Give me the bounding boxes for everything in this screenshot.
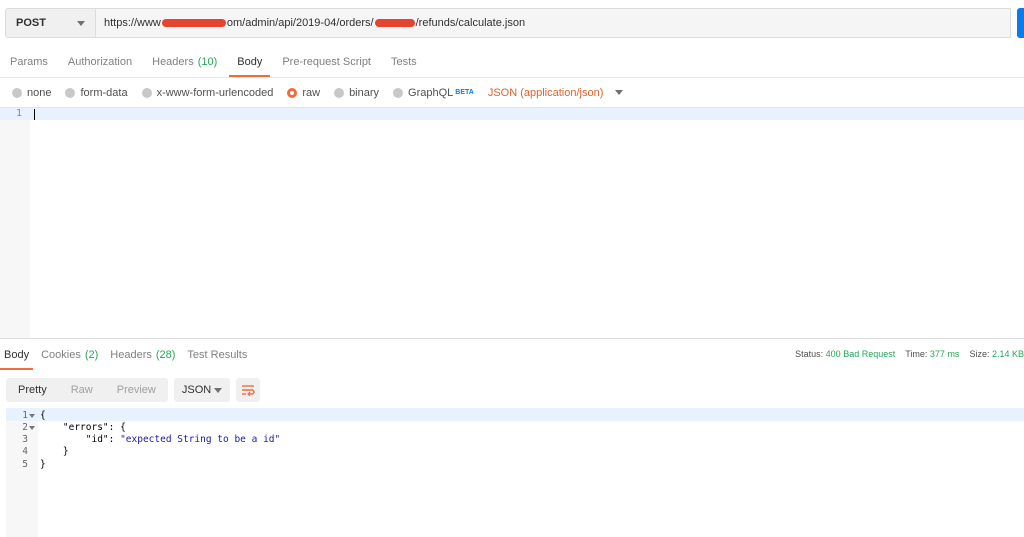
tab-test-results[interactable]: Test Results (183, 340, 255, 370)
tab-label: Headers (152, 55, 194, 68)
radio-icon (141, 87, 152, 98)
tab-count: (28) (155, 349, 176, 361)
content-type-select[interactable]: JSON (application/json) (488, 87, 624, 99)
tab-cookies[interactable]: Cookies (2) (37, 340, 106, 370)
size-group: Size: 2.14 KB (969, 349, 1024, 359)
radio-graphql[interactable]: GraphQL BETA (393, 87, 474, 99)
fold-arrow-icon[interactable] (29, 414, 35, 418)
editor-gutter (0, 108, 30, 338)
radio-label: raw (302, 86, 321, 99)
url-start: https://www (104, 17, 161, 29)
redaction-mark (161, 19, 226, 27)
chevron-down-icon (615, 90, 624, 95)
url-mid: om/admin/api/2019-04/orders/ (226, 17, 374, 29)
code-line: 4 } (6, 445, 1024, 458)
beta-badge: BETA (455, 89, 474, 96)
radio-label: binary (349, 86, 380, 99)
text-cursor (34, 109, 35, 120)
status-value: 400 Bad Request (825, 349, 896, 359)
url-end: /refunds/calculate.json (415, 17, 526, 29)
radio-none[interactable]: none (12, 87, 51, 99)
pane-divider[interactable] (0, 338, 1024, 339)
view-mode-switch: Pretty Raw Preview (6, 378, 168, 402)
preview-button[interactable]: Preview (105, 378, 168, 402)
active-line-highlight (0, 108, 1024, 120)
code-line: 5 } (6, 458, 1024, 471)
tab-label: Body (237, 55, 263, 68)
redaction-mark (374, 19, 415, 27)
tab-label: Test Results (187, 349, 248, 361)
tab-response-headers[interactable]: Headers (28) (106, 340, 183, 370)
radio-label: none (27, 86, 52, 99)
chevron-down-icon (213, 388, 222, 393)
tab-label: Pre-request Script (282, 55, 371, 68)
request-tabs: Params Authorization Headers (10) Body P… (0, 46, 1024, 78)
line-number: 5 (22, 459, 28, 470)
radio-raw[interactable]: raw (287, 87, 320, 99)
send-button[interactable] (1017, 8, 1024, 38)
tab-response-body[interactable]: Body (0, 340, 37, 370)
tab-params[interactable]: Params (0, 46, 58, 77)
response-status: Status: 400 Bad Request Time: 377 ms Siz… (795, 349, 1024, 359)
line-number: 4 (22, 446, 28, 457)
status-label: Status: (795, 349, 824, 359)
request-bar: POST https://www om/admin/api/2019-04/or… (0, 0, 1024, 46)
tab-label: Cookies (41, 349, 81, 361)
url-input[interactable]: https://www om/admin/api/2019-04/orders/… (95, 8, 1011, 38)
time-label: Time: (905, 349, 928, 359)
method-select[interactable]: POST (5, 8, 96, 38)
tab-label: Tests (391, 55, 417, 68)
tab-label: Params (10, 55, 48, 68)
radio-icon (12, 87, 22, 98)
chevron-down-icon (77, 21, 85, 26)
radio-binary[interactable]: binary (334, 87, 379, 99)
tab-pre-request-script[interactable]: Pre-request Script (272, 46, 381, 77)
wrap-lines-button[interactable] (235, 378, 260, 402)
pretty-button[interactable]: Pretty (6, 378, 59, 402)
raw-button[interactable]: Raw (59, 378, 105, 402)
json-string-value: "expected String to be a id" (120, 434, 281, 445)
radio-urlencoded[interactable]: x-www-form-urlencoded (141, 86, 274, 99)
tab-count: (10) (197, 55, 218, 68)
request-body-editor[interactable]: 1 (0, 108, 1024, 338)
code-text: } (40, 446, 69, 457)
tab-label: Authorization (67, 55, 133, 68)
code-text: } (40, 459, 46, 470)
tab-count: (2) (84, 349, 99, 361)
fold-arrow-icon[interactable] (29, 426, 35, 430)
format-label: JSON (181, 384, 212, 396)
tab-label: Body (4, 349, 30, 361)
tab-body[interactable]: Body (227, 46, 272, 77)
size-label: Size: (969, 349, 990, 359)
tab-label: Headers (110, 349, 152, 361)
wrap-lines-icon (241, 385, 255, 396)
tab-authorization[interactable]: Authorization (58, 46, 142, 77)
status-group: Status: 400 Bad Request (795, 349, 895, 359)
time-value: 377 ms (929, 349, 960, 359)
radio-label: form-data (80, 86, 128, 99)
radio-form-data[interactable]: form-data (65, 86, 128, 99)
radio-label: GraphQL (408, 86, 454, 99)
body-type-options: none form-data x-www-form-urlencoded raw… (0, 78, 1024, 108)
radio-icon (334, 87, 345, 98)
radio-icon (65, 87, 76, 98)
radio-checked-icon (287, 87, 298, 98)
response-toolbar: Pretty Raw Preview JSON (6, 378, 260, 402)
time-group: Time: 377 ms (905, 349, 959, 359)
json-key: "id": (40, 434, 121, 445)
radio-label: x-www-form-urlencoded (156, 86, 274, 99)
response-body-viewer[interactable]: 1 { 2 "errors": { 3 "id": "expected Stri… (6, 408, 1024, 537)
tab-headers[interactable]: Headers (10) (142, 46, 227, 77)
content-type-label: JSON (application/json) (487, 86, 604, 99)
size-value: 2.14 KB (991, 349, 1024, 359)
tab-tests[interactable]: Tests (381, 46, 427, 77)
line-number: 1 (15, 108, 22, 119)
format-select[interactable]: JSON (173, 378, 230, 402)
radio-icon (393, 87, 404, 98)
method-label: POST (16, 17, 46, 29)
